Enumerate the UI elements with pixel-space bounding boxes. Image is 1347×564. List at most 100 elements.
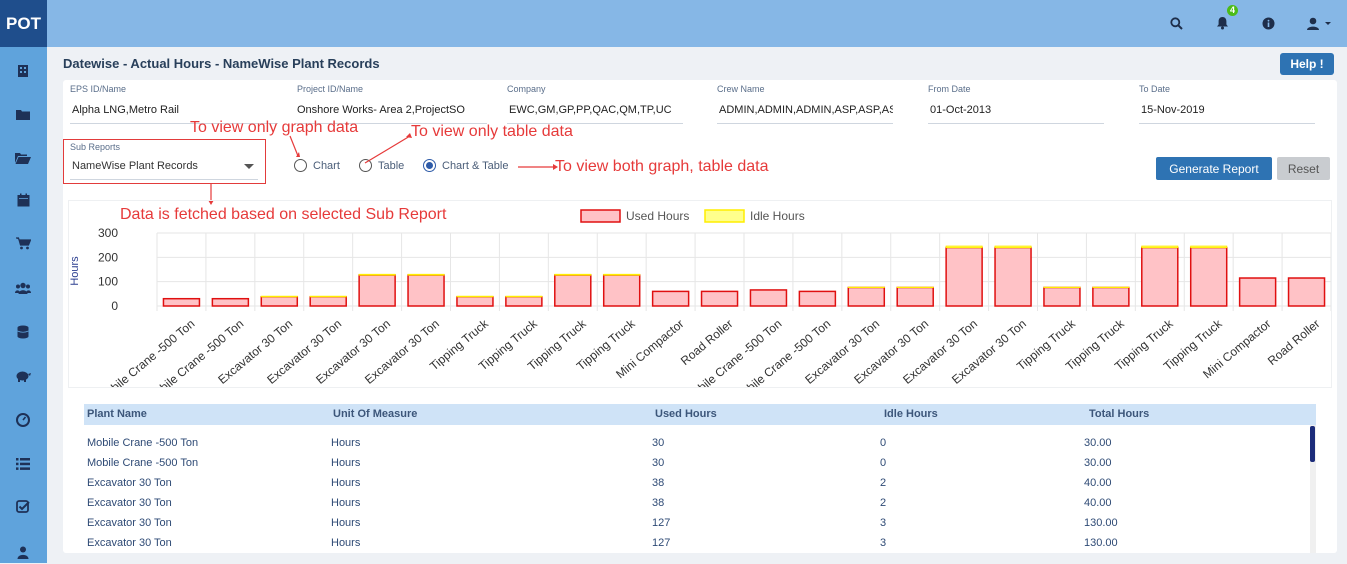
bar-idle-hours [946,246,982,247]
table-cell: Excavator 30 Ton [87,477,172,489]
table-cell: 0 [880,457,886,469]
table-cell: Mobile Crane -500 Ton [87,457,198,469]
table-cell: 40.00 [1084,477,1112,489]
from-date-field[interactable]: 01-Oct-2013 [928,104,1104,124]
legend-used-swatch [581,210,620,222]
bar-used-hours [359,275,395,306]
user-menu-icon[interactable] [1303,12,1337,34]
table-row[interactable]: Mobile Crane -500 TonHours30030.00 [84,434,1310,454]
piggy-bank-icon[interactable] [11,364,35,388]
col-plant-name[interactable]: Plant Name [87,408,147,420]
table-cell: Hours [331,457,360,469]
bar-used-hours [457,297,493,306]
top-icons: 4 [1165,12,1337,34]
bar-used-hours [212,299,248,306]
table-cell: Excavator 30 Ton [87,537,172,549]
col-idle-hours[interactable]: Idle Hours [884,408,938,420]
checklist-icon[interactable] [11,495,35,519]
folder-open-icon[interactable] [11,146,35,170]
search-icon[interactable] [1165,12,1187,34]
table-cell: 3 [880,537,886,549]
radio-both-label: Chart & Table [442,160,508,172]
table-cell: 127 [652,517,670,529]
bar-used-hours [408,275,444,306]
table-row[interactable]: Excavator 30 TonHours38240.00 [84,474,1310,494]
bar-used-hours [1191,248,1227,306]
radio-chart-and-table[interactable]: Chart & Table [423,159,508,172]
cart-icon[interactable] [11,231,35,255]
database-icon[interactable] [11,320,35,344]
table-cell: 2 [880,497,886,509]
table-body: Mobile Crane -500 Ton Hours 30 0 30.00 Mobile… [84,425,1316,553]
dashboard-icon[interactable] [11,408,35,432]
reset-button[interactable]: Reset [1277,157,1330,180]
notification-badge: 4 [1227,5,1238,16]
legend-used-label: Used Hours [626,209,689,223]
building-icon[interactable] [11,59,35,83]
bar-idle-hours [408,274,444,275]
bar-used-hours [946,248,982,306]
legend-idle-label: Idle Hours [750,209,805,223]
annotation-both: To view both graph, table data [555,158,768,176]
to-date-field[interactable]: 15-Nov-2019 [1139,104,1315,124]
bar-idle-hours [359,274,395,275]
company-field[interactable]: EWC,GM,GP,PP,QAC,QM,TP,UC [507,104,683,124]
bar-idle-hours [1191,246,1227,247]
table-row[interactable]: Excavator 30 TonHours1273130.00 [84,514,1310,534]
radio-table-label: Table [378,160,404,172]
crew-label: Crew Name [717,84,765,94]
table-cell: 127 [652,537,670,549]
chart-legend: Used Hours Idle Hours [581,209,805,223]
legend-idle-swatch [705,210,744,222]
info-icon[interactable] [1257,12,1279,34]
radio-both-circle [423,159,436,172]
list-icon[interactable] [11,452,35,476]
table-cell: Hours [331,497,360,509]
table-row[interactable]: Excavator 30 TonHours1273130.00 [84,534,1310,553]
col-total-hours[interactable]: Total Hours [1089,408,1149,420]
calendar-icon[interactable] [11,188,35,212]
profile-icon[interactable] [11,540,35,564]
table-row[interactable]: Mobile Crane -500 Ton Hours 30 0 30.00 [84,454,1310,474]
crew-field[interactable]: ADMIN,ADMIN,ADMIN,ASP,ASP,AS [717,104,893,124]
bar-used-hours [506,297,542,306]
chart-y-ticks: 0100200300Hours [69,226,118,313]
bar-used-hours [604,275,640,306]
bar-used-hours [1289,278,1325,306]
bar-used-hours [1142,248,1178,306]
col-unit-of-measure[interactable]: Unit Of Measure [333,408,417,420]
bar-idle-hours [604,274,640,275]
table-cell: 30 [652,437,664,449]
generate-report-button[interactable]: Generate Report [1156,157,1272,180]
table-cell: 38 [652,497,664,509]
sub-report-select[interactable]: NameWise Plant Records [70,160,258,180]
table-cell: Excavator 30 Ton [87,517,172,529]
table-cell: 38 [652,477,664,489]
radio-chart[interactable]: Chart [294,159,340,172]
annotation-graph: To view only graph data [190,119,358,137]
sub-report-label: Sub Reports [70,142,120,152]
help-button[interactable]: Help ! [1280,53,1334,75]
folder-icon[interactable] [11,102,35,126]
radio-chart-circle [294,159,307,172]
table-cell: 30.00 [1084,457,1112,469]
annotation-table: To view only table data [411,123,573,141]
y-tick-label: 200 [98,250,118,264]
radio-table[interactable]: Table [359,159,404,172]
y-tick-label: 100 [98,275,118,289]
from-date-label: From Date [928,84,971,94]
radio-table-circle [359,159,372,172]
table-cell: 30 [652,457,664,469]
table-cell: Mobile Crane -500 Ton [87,437,198,449]
col-used-hours[interactable]: Used Hours [655,408,717,420]
chart-x-labels: Mobile Crane -500 TonMobile Crane -500 T… [96,316,1323,387]
y-tick-label: 300 [98,226,118,240]
table-cell: 30.00 [1084,437,1112,449]
table-cell: Hours [331,537,360,549]
table-scroll-thumb[interactable] [1310,426,1315,462]
table-row[interactable]: Excavator 30 TonHours38240.00 [84,494,1310,514]
bar-used-hours [799,291,835,306]
app-logo[interactable]: POT [0,0,47,47]
notification-bell-icon[interactable]: 4 [1211,12,1233,34]
users-icon[interactable] [11,276,35,300]
